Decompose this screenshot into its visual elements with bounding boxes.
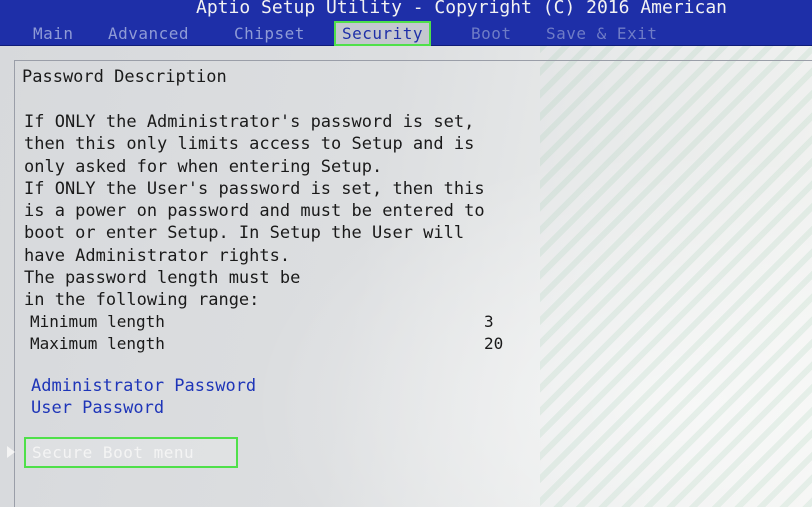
description-line: is a power on password and must be enter… (24, 201, 485, 222)
tab-advanced[interactable]: Advanced (108, 22, 189, 45)
title-text: Aptio Setup Utility - Copyright (C) 2016… (196, 0, 728, 18)
description-line: then this only limits access to Setup an… (24, 134, 475, 155)
submenu-arrow-icon (7, 446, 15, 458)
tab-security[interactable]: Security (333, 21, 432, 46)
password-description-heading: Password Description (22, 67, 227, 87)
description-line: If ONLY the User's password is set, then… (24, 178, 485, 199)
description-line: boot or enter Setup. In Setup the User w… (24, 223, 465, 244)
tab-bar: Main Advanced Chipset Security Boot Save… (0, 21, 812, 46)
description-line: in the following range: (24, 290, 260, 311)
description-line: If ONLY the Administrator's password is … (24, 112, 475, 132)
title-bar: Aptio Setup Utility - Copyright (C) 2016… (0, 0, 812, 22)
bios-screen: Aptio Setup Utility - Copyright (C) 2016… (0, 0, 812, 507)
description-line: The password length must be (24, 268, 301, 289)
tab-save-exit[interactable]: Save & Exit (546, 22, 657, 45)
min-length-value: 3 (484, 312, 494, 331)
user-password-item[interactable]: User Password (31, 398, 164, 418)
secure-boot-menu-item[interactable]: Secure Boot menu (32, 443, 194, 462)
max-length-value: 20 (484, 334, 504, 353)
tab-boot[interactable]: Boot (471, 22, 512, 45)
tab-main[interactable]: Main (33, 22, 74, 45)
tab-chipset[interactable]: Chipset (234, 22, 305, 45)
min-length-label: Minimum length (30, 312, 165, 331)
description-line: only asked for when entering Setup. (24, 156, 383, 177)
password-description: If ONLY the Administrator's password is … (24, 111, 485, 312)
max-length-label: Maximum length (30, 334, 165, 353)
administrator-password-item[interactable]: Administrator Password (31, 376, 256, 396)
description-line: have Administrator rights. (24, 245, 291, 266)
